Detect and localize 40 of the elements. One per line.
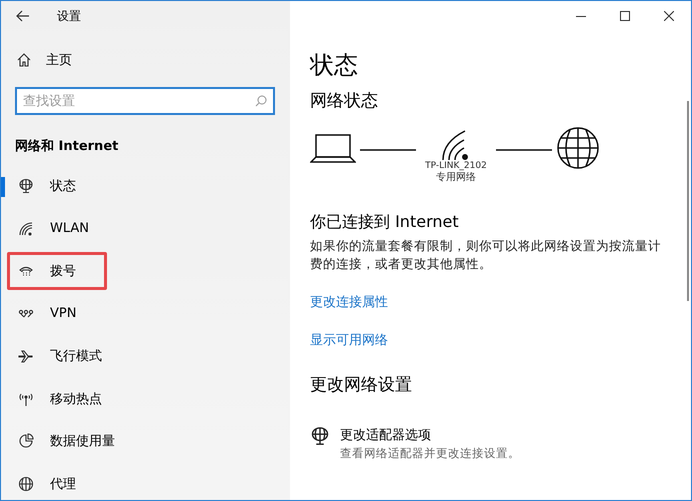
description-text: 如果你的流量套餐有限制，则你可以将此网络设置为按流量计费的连接，或者更改其他属性。 xyxy=(310,237,662,273)
option-subtitle: 查看网络适配器并更改连接设置。 xyxy=(340,446,520,461)
search-icon xyxy=(255,95,267,107)
sidebar-item[interactable]: 状态 xyxy=(7,167,107,206)
sidebar-item[interactable]: 代理 xyxy=(7,464,107,500)
sidebar-item[interactable]: 数据使用量 xyxy=(7,422,146,460)
maximize-icon xyxy=(620,11,630,21)
globe-icon xyxy=(556,126,600,170)
section-heading: 更改网络设置 xyxy=(310,374,413,396)
pie-chart-icon xyxy=(18,433,34,450)
connection-line xyxy=(496,148,552,152)
sidebar-item[interactable]: WLAN xyxy=(7,210,120,248)
wifi-icon xyxy=(18,220,34,237)
home-icon xyxy=(16,52,32,68)
sidebar-item[interactable]: 拨号 xyxy=(7,252,107,290)
network-name: TP-LINK_2102 xyxy=(425,160,487,172)
section-heading: 网络状态 xyxy=(310,90,379,112)
link[interactable]: 更改连接属性 xyxy=(310,293,388,311)
section-heading: 网络和 Internet xyxy=(15,138,120,155)
globe-icon xyxy=(310,426,330,446)
back-arrow-icon xyxy=(16,10,30,22)
connection-status: 你已连接到 Internet xyxy=(310,212,460,233)
home-item[interactable]: 主页 xyxy=(1,51,290,69)
airplane-icon xyxy=(18,348,34,364)
adapter-option[interactable]: 更改适配器选项 查看网络适配器并更改连接设置。 xyxy=(310,426,691,461)
window-title: 设置 xyxy=(57,8,81,24)
laptop-icon xyxy=(310,134,356,164)
connection-line xyxy=(360,148,416,152)
page-title: 状态 xyxy=(310,50,359,81)
sidebar-item[interactable]: 移动热点 xyxy=(7,380,133,418)
sidebar-item[interactable]: 飞行模式 xyxy=(7,337,133,376)
globe-icon xyxy=(18,178,34,194)
sidebar-item[interactable]: VPN xyxy=(7,294,108,333)
option-title: 更改适配器选项 xyxy=(340,427,432,444)
link[interactable]: 显示可用网络 xyxy=(310,331,388,349)
network-type: 专用网络 xyxy=(436,172,476,184)
search-field[interactable]: 查找设置 xyxy=(15,87,275,115)
close-icon xyxy=(664,11,674,21)
globe-icon xyxy=(18,476,34,492)
scrollbar[interactable] xyxy=(687,101,689,301)
